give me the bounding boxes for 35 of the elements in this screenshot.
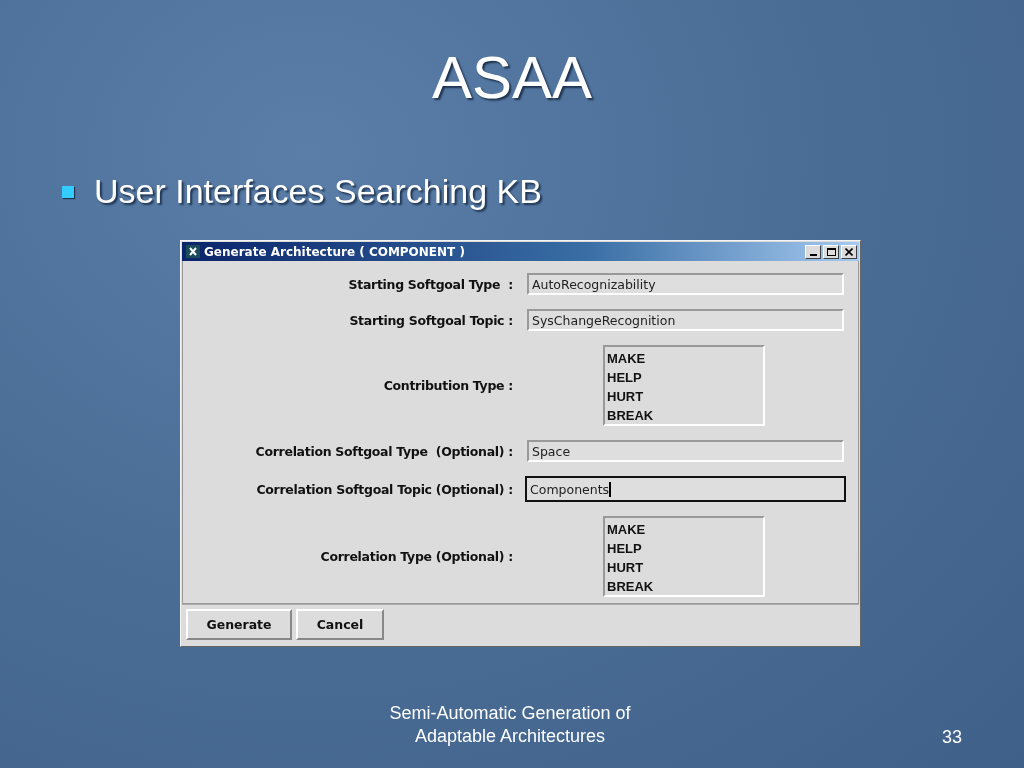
list-item[interactable]: HELP xyxy=(607,539,763,558)
close-icon xyxy=(845,247,853,256)
field-label: Correlation Softgoal Topic (Optional) : xyxy=(255,481,514,497)
minimize-button[interactable] xyxy=(805,244,821,259)
list-box[interactable]: MAKE HELP HURT BREAK xyxy=(603,345,765,426)
text-field[interactable]: Space xyxy=(527,440,844,462)
bullet-icon xyxy=(62,185,74,198)
list-item[interactable]: MAKE xyxy=(607,349,763,368)
text-field[interactable]: AutoRecognizability xyxy=(527,273,844,295)
close-button[interactable] xyxy=(841,244,857,259)
list-box[interactable]: MAKE HELP HURT BREAK xyxy=(603,516,765,597)
field-label: Starting Softgoal Type : xyxy=(347,276,514,292)
field-label: Correlation Softgoal Type (Optional) : xyxy=(254,443,514,459)
maximize-button[interactable] xyxy=(823,244,839,259)
dialog-button[interactable]: Generate xyxy=(186,609,292,640)
page-number: 33 xyxy=(941,727,962,748)
list-item[interactable]: HURT xyxy=(607,387,763,406)
minimize-icon xyxy=(809,253,817,256)
list-item[interactable]: HELP xyxy=(607,368,763,387)
text-field[interactable]: Components xyxy=(525,476,846,502)
text-field[interactable]: SysChangeRecognition xyxy=(527,309,844,331)
window-title: Generate Architecture ( COMPONENT ) xyxy=(204,244,466,259)
app-icon xyxy=(186,245,200,258)
field-label: Contribution Type : xyxy=(382,378,514,393)
list-item[interactable]: MAKE xyxy=(607,520,763,539)
maximize-icon xyxy=(826,247,836,256)
field-label: Correlation Type (Optional) : xyxy=(319,549,514,564)
field-label: Starting Softgoal Topic : xyxy=(348,312,514,328)
slide-title: ASAA xyxy=(431,43,593,113)
slide-footer: Semi-Automatic Generation of Adaptable Architectures xyxy=(360,702,660,748)
list-item[interactable]: BREAK xyxy=(607,406,763,425)
list-item[interactable]: BREAK xyxy=(607,577,763,596)
list-item[interactable]: HURT xyxy=(607,558,763,577)
dialog-button[interactable]: Cancel xyxy=(296,609,384,640)
bullet-text: User Interfaces Searching KB xyxy=(94,172,542,211)
